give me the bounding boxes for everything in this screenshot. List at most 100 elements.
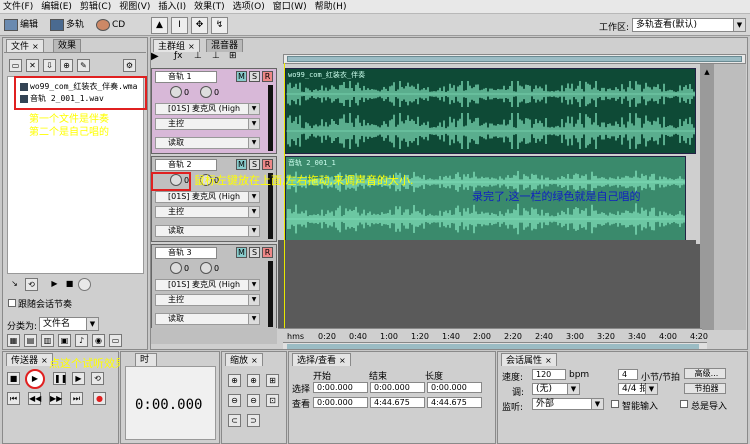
eq-icon[interactable]: ⊥ bbox=[212, 51, 226, 65]
menu-item-0[interactable]: 文件(F) bbox=[0, 0, 36, 14]
solo-button[interactable]: S bbox=[249, 71, 260, 82]
beats-field[interactable]: 4 bbox=[618, 369, 638, 380]
speed-field[interactable]: 120 bbox=[532, 369, 566, 380]
fx-icon[interactable]: ƒx bbox=[174, 51, 188, 65]
vertical-scrollbar[interactable]: ▲ bbox=[700, 64, 746, 330]
track-header-3[interactable]: 音轨 3 M S R 0 0 [01S] 麦克风 (High ▼ 主控 ▼ 读取 ▼ bbox=[151, 244, 277, 330]
menu-item-1[interactable]: 编辑(E) bbox=[38, 0, 75, 14]
solo-button[interactable]: S bbox=[249, 247, 260, 258]
rewind-icon[interactable]: ◀◀ bbox=[28, 392, 41, 405]
monitor-select[interactable]: 外部 ▼ bbox=[532, 398, 604, 410]
play-file-icon[interactable]: ▶ bbox=[48, 278, 61, 291]
track-name-field[interactable]: 音轨 2 bbox=[155, 159, 217, 171]
skip-back-icon[interactable]: ⏮ bbox=[7, 392, 20, 405]
scroll-thumb[interactable] bbox=[287, 56, 742, 62]
pan-knob[interactable] bbox=[200, 86, 212, 98]
open-file-icon[interactable]: ▭ bbox=[9, 59, 22, 72]
automation-mode-select[interactable]: 读取 ▼ bbox=[155, 225, 260, 237]
output-select[interactable]: 主控 ▼ bbox=[155, 206, 260, 218]
midi-icon[interactable]: ♪ bbox=[75, 334, 88, 347]
view-toggle-icon[interactable]: ◉ bbox=[92, 334, 105, 347]
workspace-select[interactable]: 多轨查看(默认) ▼ bbox=[632, 18, 746, 32]
menu-item-6[interactable]: 选项(O) bbox=[230, 0, 268, 14]
pan-knob[interactable] bbox=[200, 262, 212, 274]
selection-length-field[interactable]: 0:00.000 bbox=[427, 382, 482, 393]
preview-icon[interactable]: ▭ bbox=[109, 334, 122, 347]
track-name-field[interactable]: 音轨 1 bbox=[155, 71, 217, 83]
overview-scrollbar[interactable] bbox=[283, 54, 746, 64]
input-select[interactable]: [01S] 麦克风 (High ▼ bbox=[155, 103, 260, 115]
move-tool-icon[interactable]: ✥ bbox=[191, 17, 208, 34]
track-name-field[interactable]: 音轨 3 bbox=[155, 247, 217, 259]
record-icon[interactable]: ● bbox=[93, 392, 106, 405]
output-select[interactable]: 主控 ▼ bbox=[155, 118, 260, 130]
automation-mode-select[interactable]: 读取 ▼ bbox=[155, 137, 260, 149]
time-signature-select[interactable]: 4/4 拍 ▼ bbox=[618, 383, 658, 395]
zoom-selection-icon[interactable]: ⊡ bbox=[266, 394, 279, 407]
menu-item-3[interactable]: 视图(V) bbox=[116, 0, 153, 14]
clip-icon[interactable]: ▥ bbox=[41, 334, 54, 347]
zoom-right-icon[interactable]: ⊃ bbox=[247, 414, 260, 427]
solo-button[interactable]: S bbox=[249, 159, 260, 170]
options-icon[interactable]: ⚙ bbox=[123, 59, 136, 72]
stop-file-icon[interactable]: ■ bbox=[63, 278, 76, 291]
always-import-checkbox[interactable] bbox=[680, 400, 688, 408]
list-icon[interactable]: ▤ bbox=[24, 334, 37, 347]
sort-select[interactable]: 文件名 ▼ bbox=[39, 317, 99, 331]
horizontal-scrollbar[interactable] bbox=[283, 342, 707, 349]
view-end-field[interactable]: 4:44.675 bbox=[370, 397, 425, 408]
volume-knob-icon[interactable] bbox=[78, 278, 91, 291]
tab-time[interactable]: 时间 bbox=[135, 353, 157, 378]
play-button[interactable]: ▶ bbox=[25, 369, 45, 389]
advanced-button[interactable]: 高级... bbox=[684, 368, 726, 379]
zoom-full-icon[interactable]: ⊞ bbox=[266, 374, 279, 387]
insert-icon[interactable]: ⊕ bbox=[60, 59, 73, 72]
record-arm-button[interactable]: R bbox=[262, 71, 273, 82]
follow-session-checkbox[interactable] bbox=[8, 299, 16, 307]
key-select[interactable]: (无) ▼ bbox=[532, 383, 580, 395]
input-select[interactable]: [01S] 麦克风 (High ▼ bbox=[155, 279, 260, 291]
loop-play-icon[interactable]: ⟲ bbox=[91, 372, 104, 385]
mute-button[interactable]: M bbox=[236, 71, 247, 82]
track-header-2[interactable]: 音轨 2 M S R 0 0 [01S] 麦克风 (High ▼ 主控 ▼ 读取 ▼ bbox=[151, 156, 277, 242]
zoom-in-horizontal-icon[interactable]: ⊕ bbox=[228, 374, 241, 387]
chevron-up-icon[interactable]: ▲ bbox=[700, 68, 714, 76]
select-tool-icon[interactable]: ▲ bbox=[151, 17, 168, 34]
tab-session-properties[interactable]: 会话属性 × bbox=[501, 353, 557, 366]
tab-transport[interactable]: 传送器 × bbox=[6, 353, 53, 366]
tab-zoom[interactable]: 缩放 × bbox=[225, 353, 263, 366]
playhead-line[interactable] bbox=[284, 63, 285, 331]
output-select[interactable]: 主控 ▼ bbox=[155, 294, 260, 306]
skip-forward-icon[interactable]: ⏭ bbox=[70, 392, 83, 405]
track-header-1[interactable]: 音轨 1 M S R 0 0 [01S] 麦克风 (High ▼ 主控 ▼ 读取 ▼ bbox=[151, 68, 277, 154]
menu-item-8[interactable]: 帮助(H) bbox=[312, 0, 350, 14]
tab-files[interactable]: 文件 × bbox=[6, 39, 44, 52]
volume-knob[interactable] bbox=[170, 262, 182, 274]
play-from-icon[interactable]: ▶ bbox=[72, 372, 85, 385]
menu-item-5[interactable]: 效果(T) bbox=[191, 0, 228, 14]
automation-mode-select[interactable]: 读取 ▼ bbox=[155, 313, 260, 325]
zoom-left-icon[interactable]: ⊂ bbox=[228, 414, 241, 427]
view-icon[interactable]: ▦ bbox=[7, 334, 20, 347]
cd-view-button[interactable]: CD bbox=[96, 17, 125, 33]
menu-item-2[interactable]: 剪辑(C) bbox=[77, 0, 114, 14]
send-icon[interactable]: ⊥ bbox=[194, 51, 208, 65]
video-icon[interactable]: ▣ bbox=[58, 334, 71, 347]
record-arm-button[interactable]: R bbox=[262, 159, 273, 170]
track-lane-1[interactable]: wo99_com_红装衣_伴奏 bbox=[285, 68, 696, 154]
record-arm-button[interactable]: R bbox=[262, 247, 273, 258]
insert-track-icon[interactable]: ⊞ bbox=[229, 51, 243, 65]
input-select[interactable]: [01S] 麦克风 (High ▼ bbox=[155, 191, 260, 203]
fast-forward-icon[interactable]: ▶▶ bbox=[49, 392, 62, 405]
wave-icon[interactable]: ↘ bbox=[8, 278, 21, 291]
time-selection-tool-icon[interactable]: I bbox=[171, 17, 188, 34]
stop-icon[interactable]: ■ bbox=[7, 372, 20, 385]
zoom-out-vertical-icon[interactable]: ⊖ bbox=[247, 394, 260, 407]
volume-knob[interactable] bbox=[170, 86, 182, 98]
snap-icon[interactable]: ▶ bbox=[151, 51, 171, 65]
view-start-field[interactable]: 0:00.000 bbox=[313, 397, 368, 408]
tab-effects[interactable]: 效果 bbox=[53, 39, 82, 52]
close-file-icon[interactable]: ✕ bbox=[26, 59, 39, 72]
import-icon[interactable]: ⇩ bbox=[43, 59, 56, 72]
selection-end-field[interactable]: 0:00.000 bbox=[370, 382, 425, 393]
